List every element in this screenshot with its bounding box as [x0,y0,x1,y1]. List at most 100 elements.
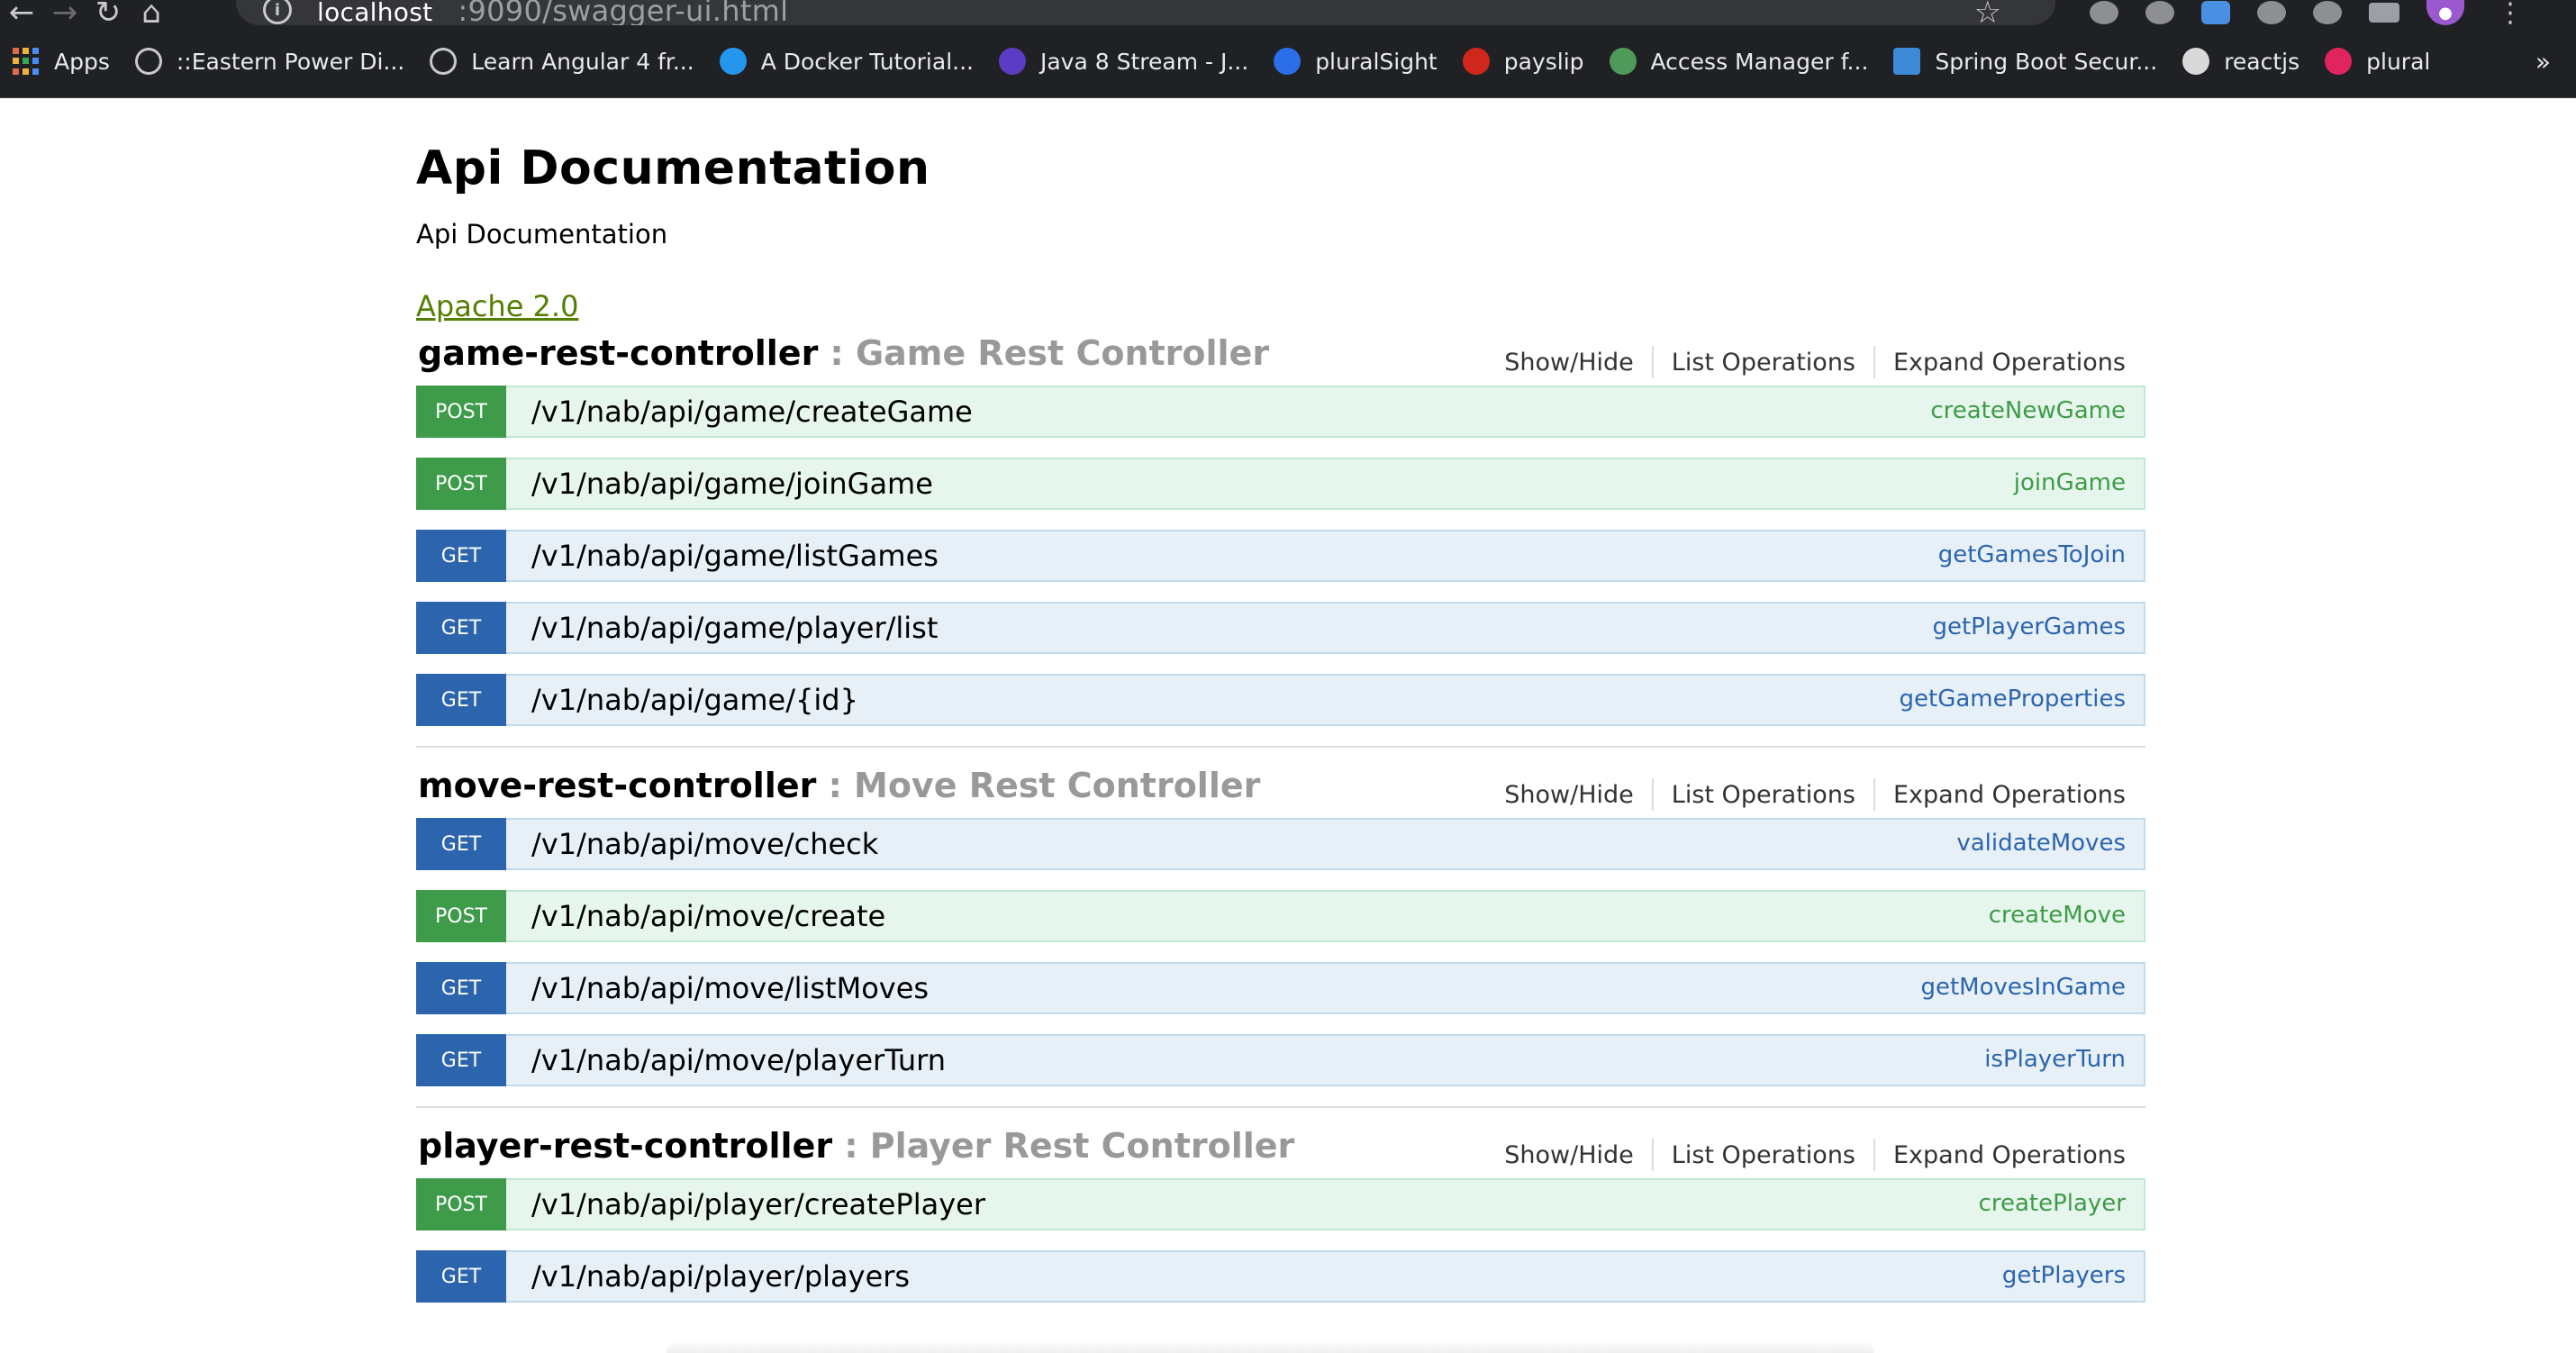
media-control-icon[interactable] [2369,3,2399,23]
operation-path[interactable]: /v1/nab/api/game/{id} [531,683,858,717]
url-text[interactable]: localhost:9090/swagger-ui.html [317,0,788,28]
resource-name-link[interactable]: move-rest-controller : Move Rest Control… [418,766,1260,805]
bookmark-label: reactjs [2224,48,2300,75]
reload-icon[interactable]: ↻ [86,0,130,28]
expand-operations-link[interactable]: Expand Operations [1893,781,2126,809]
http-method-badge[interactable]: GET [416,530,506,582]
license-link[interactable]: Apache 2.0 [416,286,578,326]
bookmark-label: Access Manager f... [1650,48,1869,75]
operation-id-link[interactable]: getGamesToJoin [1938,541,2126,568]
operation-id-link[interactable]: getPlayers [2002,1262,2126,1289]
operation-row-get[interactable]: GET/v1/nab/api/game/player/list getPlayer… [416,602,2145,654]
address-bar[interactable]: i localhost:9090/swagger-ui.html ☆ [236,0,2055,31]
resource-list: game-rest-controller : Game Rest Control… [416,326,2145,1303]
operation-id-link[interactable]: validateMoves [1956,830,2126,857]
http-method-badge[interactable]: POST [416,1178,506,1230]
bookmark-item[interactable]: Java 8 Stream - J... [986,25,1261,97]
react-extension-icon[interactable] [2257,1,2286,24]
bookmark-item[interactable]: pluralSight [1261,25,1450,97]
operation-id-link[interactable]: getMovesInGame [1920,974,2126,1001]
extension-icon[interactable] [2090,1,2118,24]
operation-row-post[interactable]: POST/v1/nab/api/game/joinGame joinGame [416,458,2145,510]
resource-section: player-rest-controller : Player Rest Con… [416,1119,2145,1303]
bookmark-label: payslip [1503,48,1584,75]
http-method-badge[interactable]: POST [416,458,506,510]
operation-row-post[interactable]: POST/v1/nab/api/game/createGame createNew… [416,386,2145,438]
site-info-icon[interactable]: i [263,0,292,24]
bookmark-item[interactable]: reactjs [2170,25,2312,97]
bookmark-item[interactable]: payslip [1450,25,1597,97]
operation-path[interactable]: /v1/nab/api/move/check [531,827,878,861]
resource-header: player-rest-controller : Player Rest Con… [416,1119,2145,1178]
resource-description: : Move Rest Controller [816,766,1261,805]
resource-name-link[interactable]: game-rest-controller : Game Rest Control… [418,333,1269,373]
operation-row-post[interactable]: POST/v1/nab/api/move/create createMove [416,890,2145,942]
link-separator [1873,346,1875,378]
show-hide-link[interactable]: Show/Hide [1504,781,1634,809]
http-method-badge[interactable]: GET [416,1250,506,1303]
bookmark-item[interactable]: Learn Angular 4 fr... [417,25,706,97]
list-operations-link[interactable]: List Operations [1672,349,1855,377]
operation-path[interactable]: /v1/nab/api/game/createGame [531,395,973,429]
list-operations-link[interactable]: List Operations [1672,781,1855,809]
show-hide-link[interactable]: Show/Hide [1504,349,1634,377]
section-divider [416,1106,2145,1108]
expand-operations-link[interactable]: Expand Operations [1893,1141,2126,1169]
operation-id-link[interactable]: createMove [1989,902,2126,929]
operation-row-get[interactable]: GET/v1/nab/api/game/listGames getGamesToJ… [416,530,2145,582]
operation-id-link[interactable]: joinGame [2014,469,2126,496]
operation-path[interactable]: /v1/nab/api/player/createPlayer [531,1187,985,1221]
resource-name-link[interactable]: player-rest-controller : Player Rest Con… [418,1126,1294,1166]
expand-operations-link[interactable]: Expand Operations [1893,349,2126,377]
cloud-extension-icon[interactable] [2201,1,2230,24]
operation-path[interactable]: /v1/nab/api/player/players [531,1259,910,1294]
extension-icon[interactable] [2145,1,2174,24]
bookmark-item[interactable]: A Docker Tutorial... [707,25,986,97]
bookmark-item[interactable]: Access Manager f... [1597,25,1882,97]
operation-path[interactable]: /v1/nab/api/game/listGames [531,539,939,573]
link-separator [1651,778,1654,811]
back-arrow-icon[interactable]: ← [0,0,43,28]
http-method-badge[interactable]: GET [416,674,506,726]
resource-actions: Show/Hide List Operations Expand Operation… [1504,346,2126,378]
forward-arrow-icon[interactable]: → [43,0,86,28]
bookmark-label: ::Eastern Power Di... [176,48,405,75]
operation-row-get[interactable]: GET/v1/nab/api/player/players getPlayers [416,1250,2145,1303]
operation-id-link[interactable]: getPlayerGames [1932,613,2126,640]
bookmark-item[interactable]: Apps [0,25,122,97]
operation-id-link[interactable]: createNewGame [1930,397,2126,424]
resource-header: move-rest-controller : Move Rest Control… [416,758,2145,818]
operation-row-get[interactable]: GET/v1/nab/api/game/{id} getGamePropertie… [416,674,2145,726]
operation-id-link[interactable]: isPlayerTurn [1984,1046,2126,1073]
http-method-badge[interactable]: GET [416,962,506,1014]
bookmark-item[interactable]: Spring Boot Secur... [1881,25,2170,97]
operation-row-get[interactable]: GET/v1/nab/api/move/playerTurn isPlayerTu… [416,1034,2145,1086]
operation-path[interactable]: /v1/nab/api/game/player/list [531,611,938,645]
bookmark-item[interactable]: plural [2312,25,2443,97]
http-method-badge[interactable]: GET [416,602,506,654]
resource-section: game-rest-controller : Game Rest Control… [416,326,2145,748]
operation-path[interactable]: /v1/nab/api/game/joinGame [531,467,933,501]
operation-row-get[interactable]: GET/v1/nab/api/move/listMoves getMovesInG… [416,962,2145,1014]
browser-toolbar: ← → ↻ ⌂ i localhost:9090/swagger-ui.html… [0,0,2576,31]
home-icon[interactable]: ⌂ [130,0,173,28]
http-method-badge[interactable]: POST [416,386,506,438]
operation-row-post[interactable]: POST/v1/nab/api/player/createPlayer creat… [416,1178,2145,1230]
operation-row-get[interactable]: GET/v1/nab/api/move/check validateMoves [416,818,2145,870]
http-method-badge[interactable]: GET [416,1034,506,1086]
more-menu-icon[interactable]: ⋮ [2497,0,2524,29]
show-hide-link[interactable]: Show/Hide [1504,1141,1634,1169]
bookmarks-overflow-chevron-icon[interactable]: » [2535,47,2551,77]
operation-path[interactable]: /v1/nab/api/move/create [531,899,885,933]
http-method-badge[interactable]: POST [416,890,506,942]
extension-icon[interactable] [2313,1,2342,24]
list-operations-link[interactable]: List Operations [1672,1141,1855,1169]
operation-id-link[interactable]: createPlayer [1979,1190,2126,1217]
operation-id-link[interactable]: getGameProperties [1900,686,2127,713]
profile-avatar[interactable]: ● [2426,0,2464,25]
operation-path[interactable]: /v1/nab/api/move/listMoves [531,971,929,1005]
operation-path[interactable]: /v1/nab/api/move/playerTurn [531,1043,946,1077]
http-method-badge[interactable]: GET [416,818,506,870]
globe-icon [430,48,458,75]
bookmark-item[interactable]: ::Eastern Power Di... [122,25,417,97]
